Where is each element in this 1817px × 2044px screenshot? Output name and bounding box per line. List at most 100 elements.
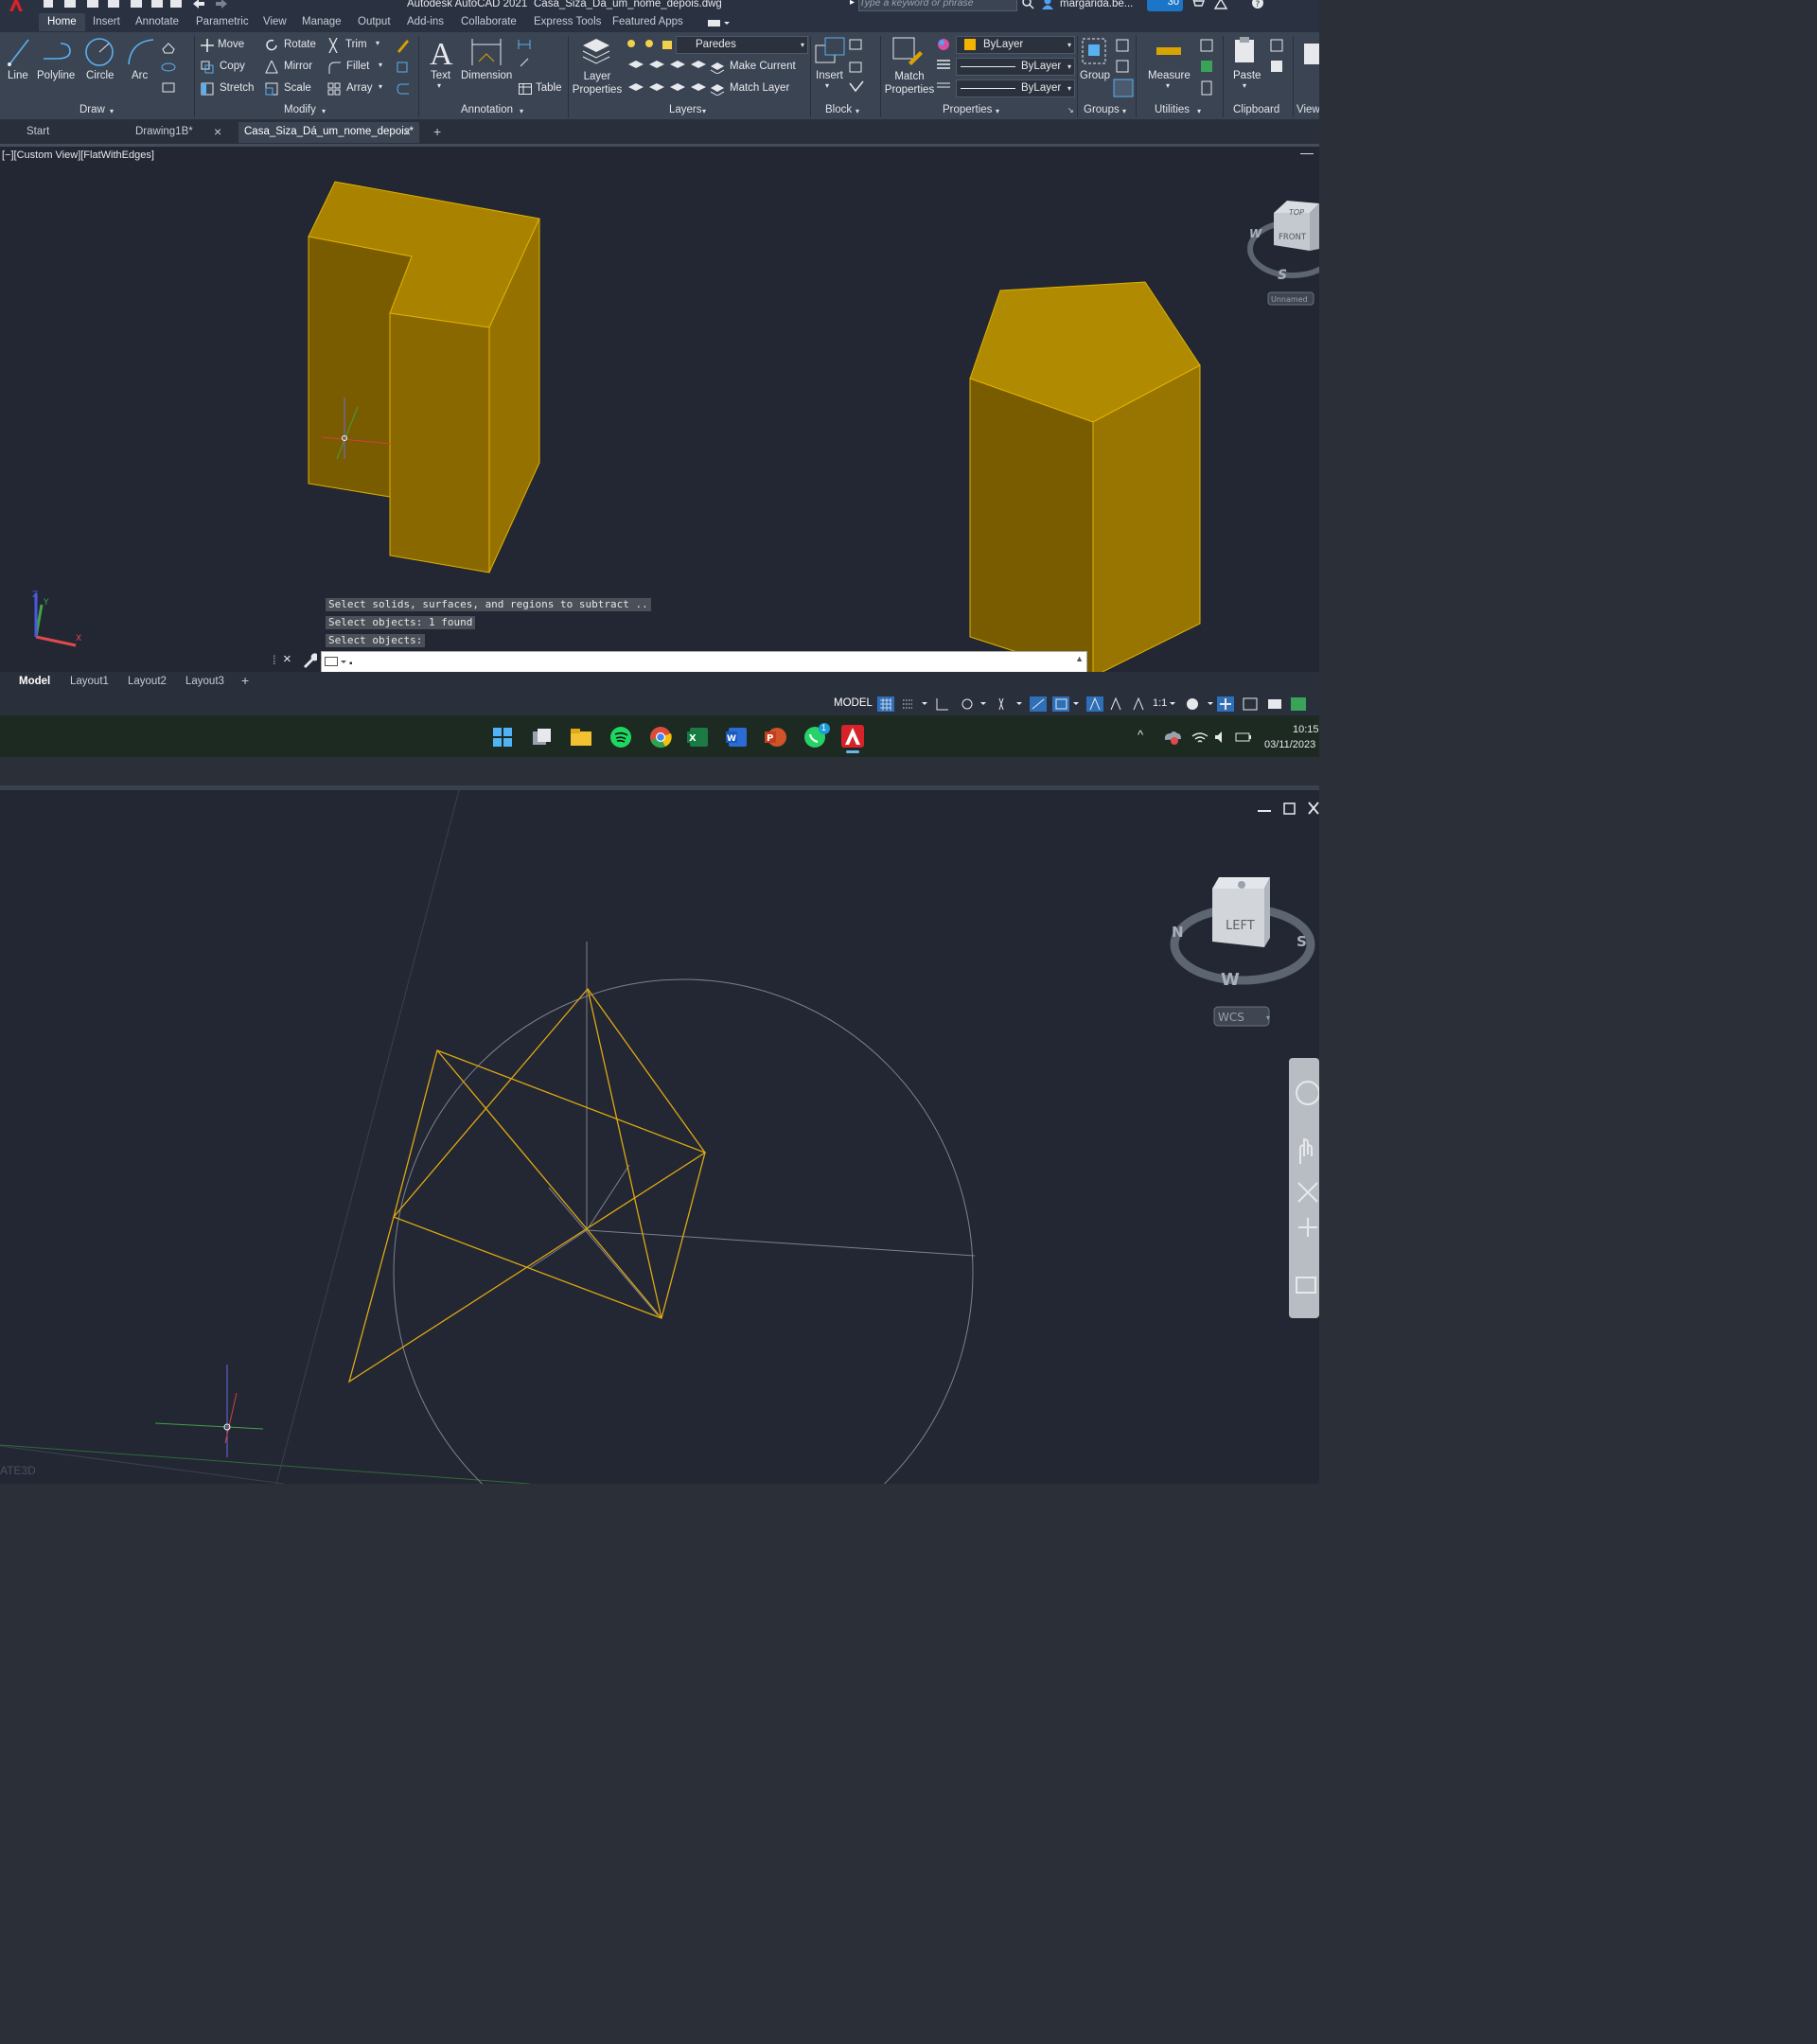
tab-express-tools[interactable]: Express Tools [534,16,601,27]
draw-panel-label[interactable]: Draw [79,104,105,115]
property-icons[interactable] [935,38,952,95]
tab-add-ins[interactable]: Add-ins [407,16,444,27]
status-toggle-icons[interactable] [876,696,1319,713]
explode-icon[interactable] [396,61,411,74]
match-layer-button[interactable]: Match Layer [730,82,789,94]
stretch-button[interactable]: Stretch [220,82,254,94]
close-tab-icon[interactable]: × [214,124,221,139]
modify-panel-label[interactable]: Modify [284,104,316,115]
insert-block-icon[interactable] [814,36,846,66]
l-shaped-solid[interactable] [308,181,540,573]
fillet-button[interactable]: Fillet [346,61,369,72]
layout-tab-layout1[interactable]: Layout1 [70,676,109,687]
trim-button[interactable]: Trim [345,39,367,50]
circle-button[interactable]: Circle [86,70,114,81]
clock-date[interactable]: 03/11/2023 [1264,739,1315,750]
trial-days-badge[interactable]: 30 [1147,0,1183,11]
quick-access-toolbar[interactable] [42,0,269,11]
make-current-button[interactable]: Make Current [730,61,796,72]
wcs-dropdown-icon[interactable]: ▾ [1266,1013,1270,1022]
file-explorer-icon[interactable] [570,727,592,748]
polyline-icon[interactable] [42,40,74,64]
lineweight-dropdown[interactable]: ByLayer ▾ [956,79,1075,97]
add-layout-icon[interactable]: + [241,673,249,688]
bottom-screen[interactable]: LEFT N S W WCS ▾ ATE3D [0,790,1319,1484]
clipboard-panel-label[interactable]: Clipboard [1233,104,1279,115]
tab-parametric[interactable]: Parametric [196,16,249,27]
user-name[interactable]: margarida.be... [1060,0,1133,9]
dimension-icon[interactable] [469,37,503,67]
text-icon[interactable]: A [428,36,454,68]
tab-home[interactable]: Home [39,13,85,31]
view-panel-label[interactable]: View [1297,104,1319,115]
layout-tab-layout3[interactable]: Layout3 [185,676,224,687]
erase-icon[interactable] [396,38,411,53]
layout-tab-layout2[interactable]: Layout2 [128,676,167,687]
clock-time[interactable]: 10:15 [1293,724,1319,735]
system-tray-icons[interactable] [1162,729,1257,746]
close-active-tab-icon[interactable]: × [403,124,411,139]
mirror-button[interactable]: Mirror [284,61,312,72]
layer-properties-icon[interactable] [581,36,611,64]
match-properties-button[interactable]: Match Properties [884,70,934,97]
measure-button[interactable]: Measure [1148,70,1191,81]
command-history-toggle-icon[interactable]: ▲ [1075,654,1084,663]
autocad-logo-icon[interactable] [6,0,26,11]
search-input[interactable]: Type a keyword or phrase [858,0,1017,11]
view-panel-icon[interactable] [1302,42,1319,68]
cart-icon[interactable] [1189,0,1245,10]
properties-launcher-icon[interactable]: ↘ [1067,106,1074,115]
windows-start-icon[interactable] [492,727,513,748]
pentagonal-prism-solid[interactable] [969,281,1201,672]
doc-tab-start[interactable]: Start [26,126,49,137]
command-prompt-icon[interactable]: ▪ [325,656,353,667]
model-space-toggle[interactable]: MODEL [834,697,873,709]
tab-view[interactable]: View [263,16,287,27]
model-viewport[interactable]: [−][Custom View][FlatWithEdges] — TOP FR… [0,147,1319,672]
block-panel-label[interactable]: Block [825,104,852,115]
spotify-icon[interactable] [609,726,632,749]
tab-manage[interactable]: Manage [302,16,342,27]
tab-annotate[interactable]: Annotate [135,16,179,27]
copy-button[interactable]: Copy [220,61,245,72]
array-button[interactable]: Array [346,82,372,94]
wireframe-pyramid[interactable] [347,987,707,1383]
dimension-button[interactable]: Dimension [461,70,512,81]
customize-wrench-icon[interactable] [302,653,317,668]
doc-tab-drawing1b[interactable]: Drawing1B* [135,126,193,137]
line-button[interactable]: Line [8,70,28,81]
move-button[interactable]: Move [218,39,244,50]
paste-button[interactable]: Paste [1233,70,1261,81]
offset-icon[interactable] [396,82,411,96]
table-button[interactable]: Table [536,82,562,94]
utilities-panel-label[interactable]: Utilities [1155,104,1190,115]
match-properties-icon[interactable] [891,36,924,66]
excel-icon[interactable]: X [687,726,710,749]
tray-overflow-icon[interactable]: ^ [1138,728,1143,742]
arc-button[interactable]: Arc [132,70,148,81]
task-view-icon[interactable] [531,727,554,748]
text-button[interactable]: Text [431,70,450,81]
utility-extra-icons[interactable] [1198,38,1217,98]
groups-panel-label[interactable]: Groups [1084,104,1120,115]
scale-button[interactable]: Scale [284,82,311,94]
arc-icon[interactable] [125,36,157,68]
powerpoint-icon[interactable]: P [765,726,787,749]
new-tab-icon[interactable]: + [433,124,441,139]
command-bar-grip-icon[interactable]: ⁞ [273,653,276,667]
doc-tab-casa-siza[interactable]: Casa_Siza_Dá_um_nome_depois* [238,122,420,143]
line-icon[interactable] [6,36,30,68]
chrome-icon[interactable] [649,726,672,749]
group-extra-icons[interactable] [1113,38,1136,98]
layer-tool-icons[interactable] [626,59,712,97]
help-icon[interactable]: ? [1251,0,1264,10]
draw-extra-icons[interactable] [159,38,189,95]
annotation-scale[interactable]: 1:1 [1153,697,1167,709]
paste-icon[interactable] [1232,36,1259,66]
ribbon-toggle-icon[interactable] [708,19,731,28]
search-icon[interactable] [1021,0,1034,10]
group-button[interactable]: Group [1080,70,1110,81]
layout-tab-model[interactable]: Model [19,676,50,687]
autocad-taskbar-icon[interactable] [840,725,865,753]
rotate-button[interactable]: Rotate [284,39,316,50]
